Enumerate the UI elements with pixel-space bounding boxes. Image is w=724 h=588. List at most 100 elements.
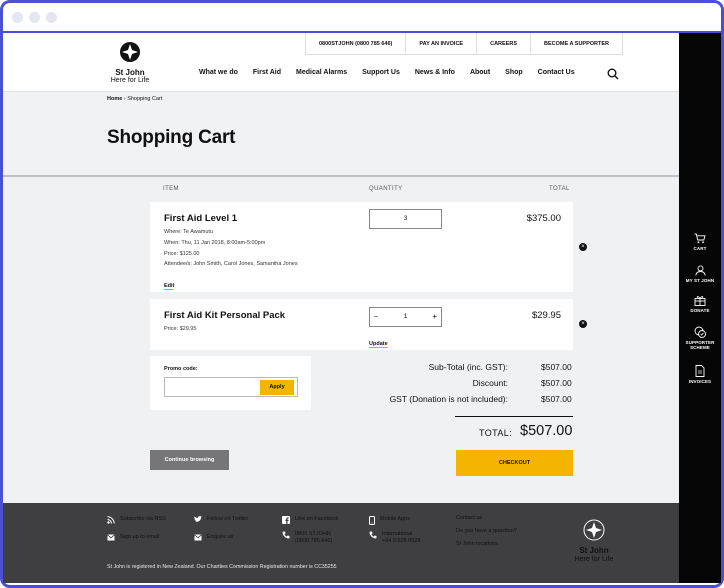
phone-icon [369,531,377,539]
footer-mobile-apps-label: Mobile Apps [380,516,410,522]
nav-support-us[interactable]: Support Us [362,69,400,76]
site-header: St John Here for Life 0800STJOHN (0800 7… [3,33,679,91]
site-logo[interactable]: St John Here for Life [107,41,153,87]
sidebar-item-my-st-john[interactable]: MY ST JOHN [679,265,721,283]
footer-rss[interactable]: Subscribe via RSS [107,516,166,524]
page-title: Shopping Cart [107,127,236,148]
footer-contact-us[interactable]: Contact us [456,515,482,521]
apply-button[interactable]: Apply [260,380,294,395]
window-dot[interactable] [12,12,23,23]
discount-value: $507.00 [541,378,572,388]
footer-twitter-label: Follow on Twitter [207,516,249,522]
footer-logo-tagline: Here for Life [574,556,614,563]
remove-item-icon[interactable]: × [579,243,587,251]
nav-about[interactable]: About [470,69,490,76]
nav-contact-us[interactable]: Contact Us [538,69,575,76]
footer-question[interactable]: Do you have a question? [456,528,517,534]
user-icon [694,265,706,276]
nav-medical-alarms[interactable]: Medical Alarms [296,69,347,76]
nav-first-aid[interactable]: First Aid [253,69,281,76]
logo-name: St John [115,68,145,77]
item-total: $375.00 [526,213,561,224]
sidebar-item-invoices[interactable]: INVOICES [679,365,721,384]
footer-mobile-apps[interactable]: Mobile Apps [369,516,410,525]
continue-browsing-button[interactable]: Continue browsing [150,450,229,470]
utility-nav: 0800STJOHN (0800 785 646) PAY AN INVOICE… [305,33,624,55]
utility-become-supporter[interactable]: BECOME A SUPPORTER [530,33,624,54]
right-sidebar: CART MY ST JOHN DONATE SUPPORTER SCHEME … [679,33,721,583]
discount-label: Discount: [472,378,508,388]
cart-item: First Aid Kit Personal Pack Price: $29.9… [150,299,573,350]
column-header-total: TOTAL [549,186,570,192]
footer-logo[interactable]: St John Here for Life [571,519,617,564]
footer-phone-number: 0800 STJOHN [295,531,331,537]
item-details: Where: Te Awamutu When: Thu, 11 Jan 2018… [164,227,298,270]
item-price: Price: $29.95 [164,326,197,332]
total-value: $507.00 [520,423,573,439]
cart-item: First Aid Level 1 Where: Te Awamutu When… [150,202,573,292]
footer-facebook-label: Like on Facebook [295,516,339,522]
sidebar-item-label: SUPPORTER SCHEME [685,340,715,350]
nav-shop[interactable]: Shop [505,69,523,76]
breadcrumb-home[interactable]: Home [107,96,122,102]
utility-careers[interactable]: CAREERS [476,33,530,54]
footer-facebook[interactable]: Like on Facebook [282,516,338,524]
sidebar-item-supporter-scheme[interactable]: SUPPORTER SCHEME [679,326,721,350]
item-location: Where: Te Awamutu [164,229,214,235]
checkout-button[interactable]: CHECKOUT [456,450,573,476]
facebook-icon [282,516,290,524]
nav-what-we-do[interactable]: What we do [199,69,238,76]
update-link[interactable]: Update [369,341,388,348]
st-john-cross-icon [120,42,140,62]
footer-logo-name: St John [579,546,609,555]
nav-news-info[interactable]: News & Info [415,69,455,76]
footer-international-label: International [382,531,413,537]
utility-phone[interactable]: 0800STJOHN (0800 785 646) [305,33,405,54]
cart-icon [694,233,706,244]
footer-international[interactable]: International +64 9 526 0528 [369,531,420,545]
footer-phone[interactable]: 0800 STJOHN (0800 785 646) [282,531,332,545]
search-icon[interactable] [607,68,619,80]
promo-label: Promo code: [164,366,198,372]
footer-registration-note: St John is registered in New Zealand. Ou… [107,564,337,570]
window-dot[interactable] [46,12,57,23]
footer-enquire[interactable]: Enquire us [194,534,233,541]
footer-enquire-label: Enquire us [207,534,234,540]
promo-box: Promo code: Apply [150,356,311,410]
window-dot[interactable] [29,12,40,23]
sidebar-item-donate[interactable]: DONATE [679,295,721,313]
sidebar-item-cart[interactable]: CART [679,233,721,251]
logo-tagline: Here for Life [110,77,150,84]
quantity-value: 3 [403,215,408,222]
item-price: Price: $125.00 [164,250,200,257]
phone-icon [282,531,290,539]
supporter-badge-icon [694,326,706,338]
footer-email-label: Sign up to email [120,534,160,540]
subtotal-label: Sub-Total (inc. GST): [428,362,508,372]
footer-phone-digits: (0800 785 646) [295,538,333,544]
edit-link[interactable]: Edit [164,283,175,290]
sidebar-item-label: INVOICES [688,379,712,384]
sidebar-item-label: CART [693,246,707,251]
twitter-icon [194,516,202,523]
page-viewport: St John Here for Life 0800STJOHN (0800 7… [3,33,679,583]
quantity-value: 1 [403,313,408,320]
breadcrumb: Home › Shopping Cart [107,96,162,102]
utility-pay-invoice[interactable]: PAY AN INVOICE [405,33,476,54]
remove-item-icon[interactable]: × [579,320,587,328]
main-nav: What we do First Aid Medical Alarms Supp… [199,69,590,76]
item-name: First Aid Level 1 [164,213,238,224]
item-date: When: Thu, 11 Jan 2018, 8:00am-5:00pm [164,239,266,246]
item-name: First Aid Kit Personal Pack [164,310,286,321]
quantity-stepper[interactable]: – 1 + [369,307,442,327]
footer-locations[interactable]: St John locations [456,541,498,547]
total-label: TOTAL: [479,428,513,438]
gst-value: $507.00 [541,394,572,404]
footer-twitter[interactable]: Follow on Twitter [194,516,248,523]
increment-button[interactable]: + [432,308,437,326]
breadcrumb-current: Shopping Cart [127,96,163,102]
column-header-quantity: QUANTITY [369,186,403,192]
invoice-icon [695,365,705,377]
footer-email[interactable]: Sign up to email [107,534,159,541]
quantity-input[interactable]: 3 [369,209,442,229]
